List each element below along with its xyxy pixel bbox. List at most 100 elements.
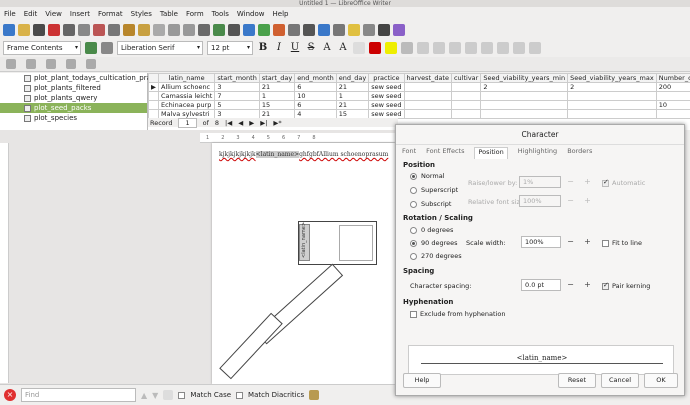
tab-borders[interactable]: Borders (567, 147, 592, 159)
record-number[interactable]: 1 (178, 117, 197, 128)
plus-icon[interactable]: + (582, 176, 593, 188)
find-next-icon[interactable]: ▼ (152, 391, 158, 400)
raise-lower-input[interactable]: 1% (519, 176, 561, 188)
footnote-icon[interactable] (333, 23, 345, 36)
new-style-icon[interactable] (101, 41, 113, 54)
mail-merge-field[interactable]: <latin_name> (255, 151, 300, 158)
tab-highlighting[interactable]: Highlighting (518, 147, 557, 159)
column-header[interactable]: latin_name (157, 73, 216, 83)
table-cell[interactable]: Allium schoenc (157, 82, 216, 92)
find-replace-icon[interactable] (309, 390, 320, 400)
line-icon[interactable] (378, 23, 390, 36)
minus-icon[interactable]: − (565, 236, 576, 248)
help-button[interactable]: Help (403, 373, 441, 388)
indent-icon[interactable] (497, 41, 509, 54)
strikethrough-button[interactable]: S (305, 42, 317, 53)
rotation-90-radio[interactable]: 90 degrees (410, 239, 458, 247)
table-row[interactable]: Echinacea purp 5 15 6 21 sew seed 10 (148, 100, 690, 110)
hyperlink-icon[interactable] (318, 23, 330, 36)
minus-icon[interactable]: − (565, 195, 576, 207)
table-cell[interactable] (480, 91, 569, 101)
table-cell[interactable]: 1 (258, 91, 296, 101)
row-selector-arrow-icon[interactable]: ▶ (148, 82, 159, 92)
close-icon[interactable]: × (4, 389, 16, 401)
ok-button[interactable]: OK (644, 373, 678, 388)
redo-icon[interactable] (183, 23, 195, 36)
table-cell[interactable]: 21 (258, 82, 296, 92)
table-cell[interactable]: Camassia leicht (157, 91, 216, 101)
column-header[interactable]: Seed_viability_years_min (480, 73, 569, 83)
underline-button[interactable]: U (289, 42, 301, 53)
update-style-icon[interactable] (85, 41, 97, 54)
export-pdf-icon[interactable] (48, 23, 60, 36)
find-all-icon[interactable] (163, 390, 174, 400)
tab-font-effects[interactable]: Font Effects (426, 147, 464, 159)
table-row[interactable]: Camassia leicht 7 1 10 1 sew seed (148, 91, 690, 101)
table-cell[interactable]: 21 (335, 82, 370, 92)
column-header[interactable]: start_month (214, 73, 260, 83)
table-cell[interactable] (480, 100, 569, 110)
align-right-icon[interactable] (433, 41, 445, 54)
new-document-icon[interactable] (3, 23, 15, 36)
table-cell[interactable] (567, 100, 657, 110)
table-cell[interactable]: 21 (335, 100, 370, 110)
table-row[interactable]: ▶ Allium schoenc 3 21 6 21 sew seed 2 2 200 (148, 82, 690, 92)
find-previous-icon[interactable]: ▲ (141, 391, 147, 400)
normal-radio[interactable]: Normal (410, 172, 445, 180)
pair-kerning-checkbox[interactable]: Pair kerning (602, 281, 650, 290)
table-cell[interactable] (567, 109, 657, 119)
print-icon[interactable] (63, 23, 75, 36)
menu-help[interactable]: Help (273, 10, 289, 18)
table-cell[interactable]: 6 (294, 100, 337, 110)
table-cell[interactable]: 2 (480, 82, 569, 92)
column-header[interactable]: start_day (258, 73, 296, 83)
print-preview-icon[interactable] (78, 23, 90, 36)
insert-image-icon[interactable] (258, 23, 270, 36)
tree-item[interactable]: plot_plant_todays_cultication_practice (0, 73, 168, 83)
match-case-checkbox[interactable] (178, 391, 186, 399)
table-cell[interactable]: 2 (567, 82, 657, 92)
first-record-icon[interactable]: |◀ (225, 119, 232, 127)
plus-icon[interactable]: + (582, 195, 593, 207)
column-header[interactable]: Number_of (655, 73, 690, 83)
menu-tools[interactable]: Tools (212, 10, 229, 18)
spelling-icon[interactable] (213, 23, 225, 36)
paste-icon[interactable] (123, 23, 135, 36)
shapes-icon[interactable] (393, 23, 405, 36)
table-cell[interactable] (655, 109, 690, 119)
align-center-icon[interactable] (417, 41, 429, 54)
table-cell[interactable] (480, 109, 569, 119)
menu-insert[interactable]: Insert (70, 10, 90, 18)
save-icon[interactable] (33, 23, 45, 36)
align-left-icon[interactable] (401, 41, 413, 54)
scale-width-input[interactable]: 100% (521, 236, 561, 248)
clear-formatting-icon[interactable] (153, 23, 165, 36)
copy-icon[interactable] (108, 23, 120, 36)
table-cell[interactable]: 10 (294, 91, 337, 101)
line-spacing-icon[interactable] (529, 41, 541, 54)
table-cell[interactable] (450, 91, 482, 101)
tab-font[interactable]: Font (402, 147, 416, 159)
justify-icon[interactable] (449, 41, 461, 54)
table-cell[interactable] (567, 91, 657, 101)
table-cell[interactable]: 5 (214, 100, 260, 110)
table-cell[interactable] (403, 82, 452, 92)
clear-direct-formatting-icon[interactable] (353, 41, 365, 54)
row-selector[interactable] (148, 91, 159, 101)
exclude-hyphenation-checkbox[interactable]: Exclude from hyphenation (410, 310, 506, 318)
subscript-radio[interactable]: Subscript (410, 200, 452, 208)
bold-button[interactable]: B (257, 42, 269, 53)
cut-icon[interactable] (93, 23, 105, 36)
font-color-icon[interactable] (369, 41, 381, 54)
clone-formatting-icon[interactable] (138, 23, 150, 36)
tree-item[interactable]: plot_plants_qwery (0, 93, 147, 103)
table-cell[interactable]: 3 (214, 82, 260, 92)
cancel-button[interactable]: Cancel (601, 373, 639, 388)
column-header[interactable]: end_month (294, 73, 337, 83)
column-header[interactable]: harvest_date (403, 73, 452, 83)
table-cell[interactable]: sew seed (368, 91, 405, 101)
track-changes-icon[interactable] (363, 23, 375, 36)
menu-window[interactable]: Window (237, 10, 265, 18)
minus-icon[interactable]: − (565, 279, 576, 291)
numbering-icon[interactable] (481, 41, 493, 54)
